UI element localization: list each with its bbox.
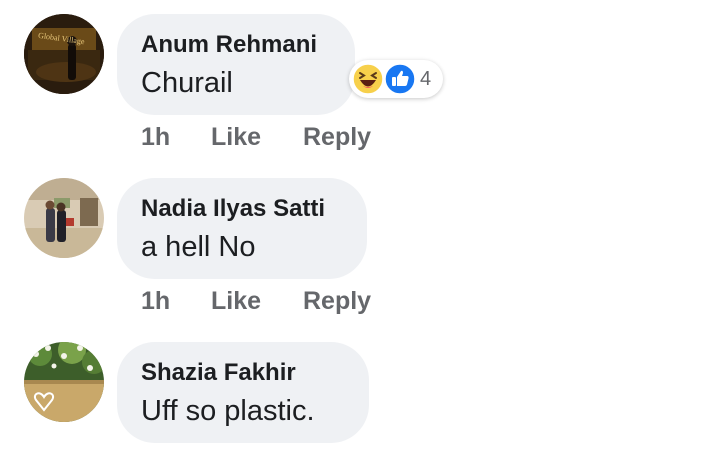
reply-button[interactable]: Reply: [303, 286, 371, 316]
comment-author[interactable]: Shazia Fakhir: [141, 358, 345, 388]
avatar[interactable]: [24, 342, 104, 422]
comment-bubble: Anum Rehmani Churail: [117, 14, 355, 115]
avatar[interactable]: Global Village: [24, 14, 104, 94]
reaction-count: 4: [420, 68, 432, 90]
comment-bubble: Shazia Fakhir Uff so plastic.: [117, 342, 369, 443]
comment-text: a hell No: [141, 231, 256, 263]
comment-author[interactable]: Anum Rehmani: [141, 30, 331, 60]
like-button[interactable]: Like: [211, 286, 261, 316]
comment-timestamp[interactable]: 1h: [141, 286, 170, 316]
reaction-summary[interactable]: 4: [349, 60, 443, 98]
like-button[interactable]: Like: [211, 122, 261, 152]
comment-bubble: Nadia Ilyas Satti a hell No: [117, 178, 367, 279]
comment-thread: Global Village Anum Rehmani Churail 4 1h…: [0, 0, 720, 449]
comment-author[interactable]: Nadia Ilyas Satti: [141, 194, 343, 224]
comment-timestamp[interactable]: 1h: [141, 122, 170, 152]
haha-icon: [352, 63, 384, 100]
avatar[interactable]: [24, 178, 104, 258]
like-icon: [384, 63, 416, 100]
reply-button[interactable]: Reply: [303, 122, 371, 152]
comment-text: Uff so plastic.: [141, 395, 315, 427]
comment-text: Churail: [141, 67, 233, 99]
